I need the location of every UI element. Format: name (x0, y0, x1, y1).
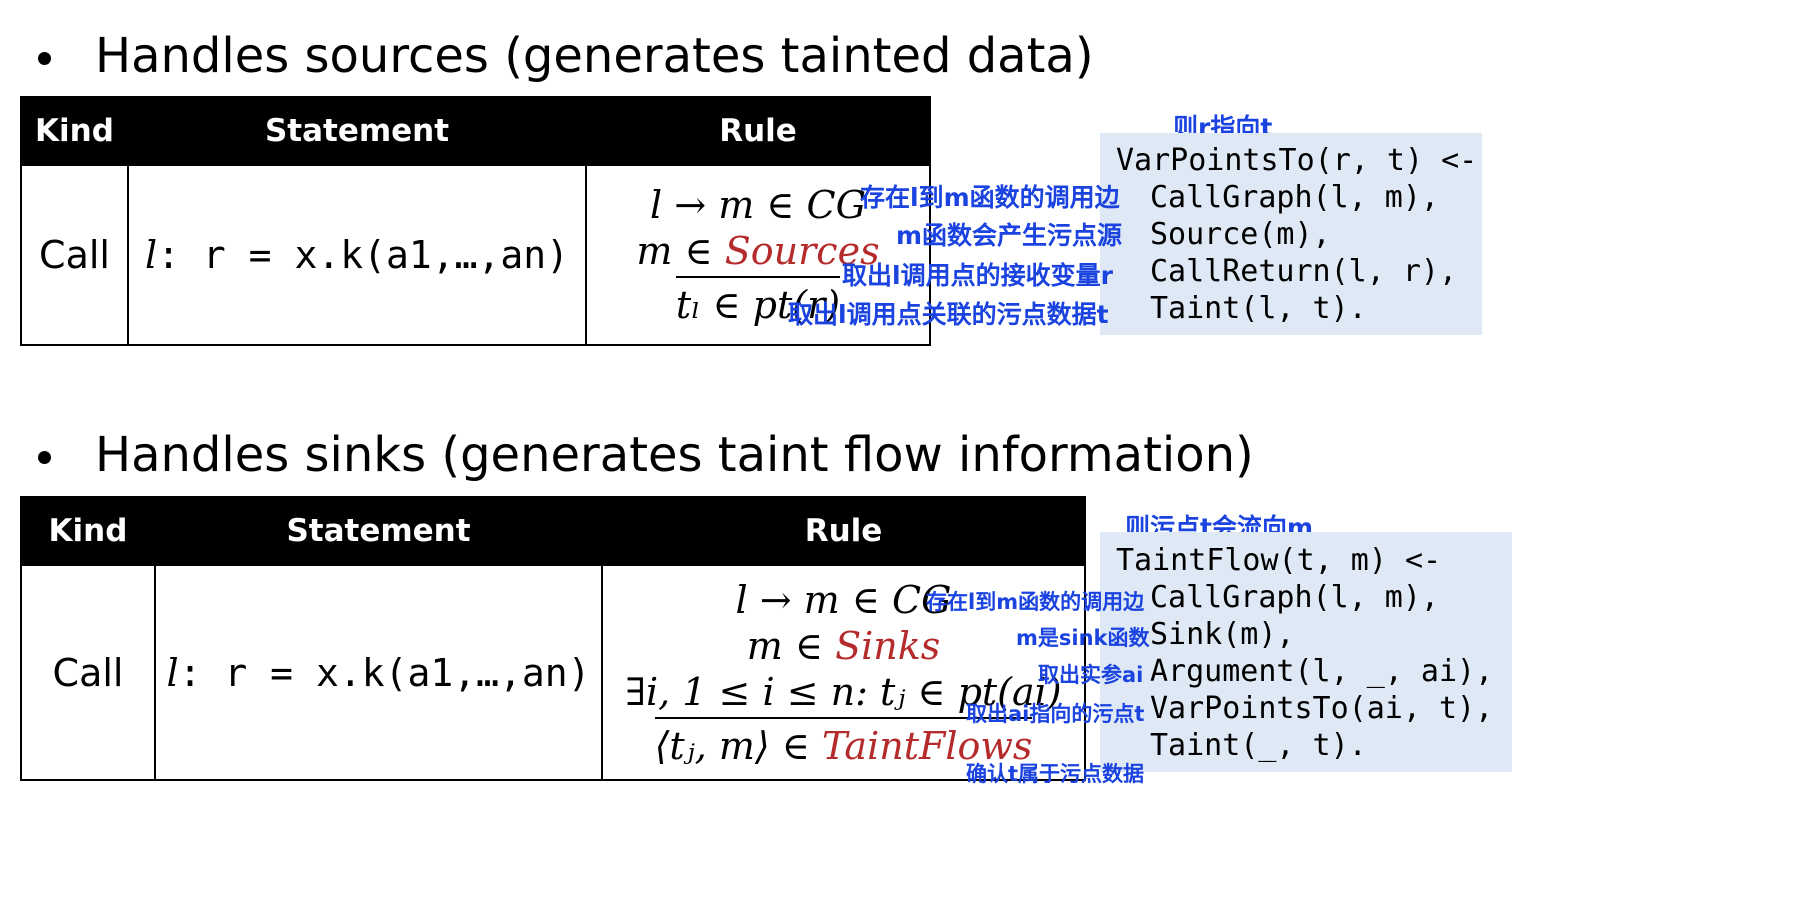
statement-label: l (166, 650, 179, 695)
header-statement: Statement (127, 96, 587, 166)
code-line: VarPointsTo(r, t) <- (1116, 143, 1478, 178)
kind-cell: Call (20, 564, 156, 781)
code-line: Argument(l, _, ai), (1150, 654, 1494, 689)
code-line: Taint(_, t). (1150, 728, 1367, 763)
sinks-set: Sinks (835, 623, 941, 668)
bullet-heading-sinks: Handles sinks (generates taint flow info… (95, 427, 1254, 483)
bullet-dot-2 (38, 451, 51, 464)
kind-cell: Call (20, 164, 129, 346)
rule-premise-callgraph: l → m ∈ CG (650, 183, 866, 227)
annotation-note: m函数会产生污点源 (896, 221, 1123, 250)
code-line: Taint(l, t). (1150, 291, 1367, 326)
header-statement: Statement (154, 496, 603, 566)
code-line: TaintFlow(t, m) <- (1116, 543, 1442, 578)
bullet-dot-1 (38, 52, 51, 65)
bullet-heading-sources: Handles sources (generates tainted data) (95, 28, 1094, 84)
header-kind: Kind (20, 96, 129, 166)
annotation-note: 取出ai指向的污点t (966, 702, 1145, 726)
statement-code: : r = x.k(a1,…,an) (157, 233, 569, 277)
statement-cell: l: r = x.k(a1,…,an) (127, 164, 587, 346)
annotation-note: 取出l调用点关联的污点数据t (788, 300, 1109, 329)
code-line: Sink(m), (1150, 617, 1295, 652)
code-line: Source(m), (1150, 217, 1331, 252)
annotation-note: 取出实参ai (1038, 663, 1144, 687)
code-line: CallReturn(l, r), (1150, 254, 1458, 289)
code-line: CallGraph(l, m), (1150, 580, 1439, 615)
annotation-note: 存在l到m函数的调用边 (926, 590, 1145, 614)
header-rule: Rule (601, 496, 1086, 566)
sinks-rule-table: Kind Statement Rule Call l: r = x.k(a1,…… (20, 496, 1086, 781)
header-rule: Rule (585, 96, 931, 166)
statement-cell: l: r = x.k(a1,…,an) (154, 564, 603, 781)
code-line: VarPointsTo(ai, t), (1150, 691, 1494, 726)
statement-label: l (145, 233, 158, 277)
rule-premise-sinks: m ∈ Sinks (746, 623, 941, 668)
annotation-note: 存在l到m函数的调用边 (860, 183, 1120, 212)
statement-code: : r = x.k(a1,…,an) (178, 650, 591, 695)
annotation-note: 确认t属于污点数据 (966, 762, 1145, 786)
code-line: CallGraph(l, m), (1150, 180, 1439, 215)
annotation-note: 取出l调用点的接收变量r (842, 261, 1113, 290)
annotation-note: m是sink函数 (1016, 626, 1150, 650)
header-kind: Kind (20, 496, 156, 566)
